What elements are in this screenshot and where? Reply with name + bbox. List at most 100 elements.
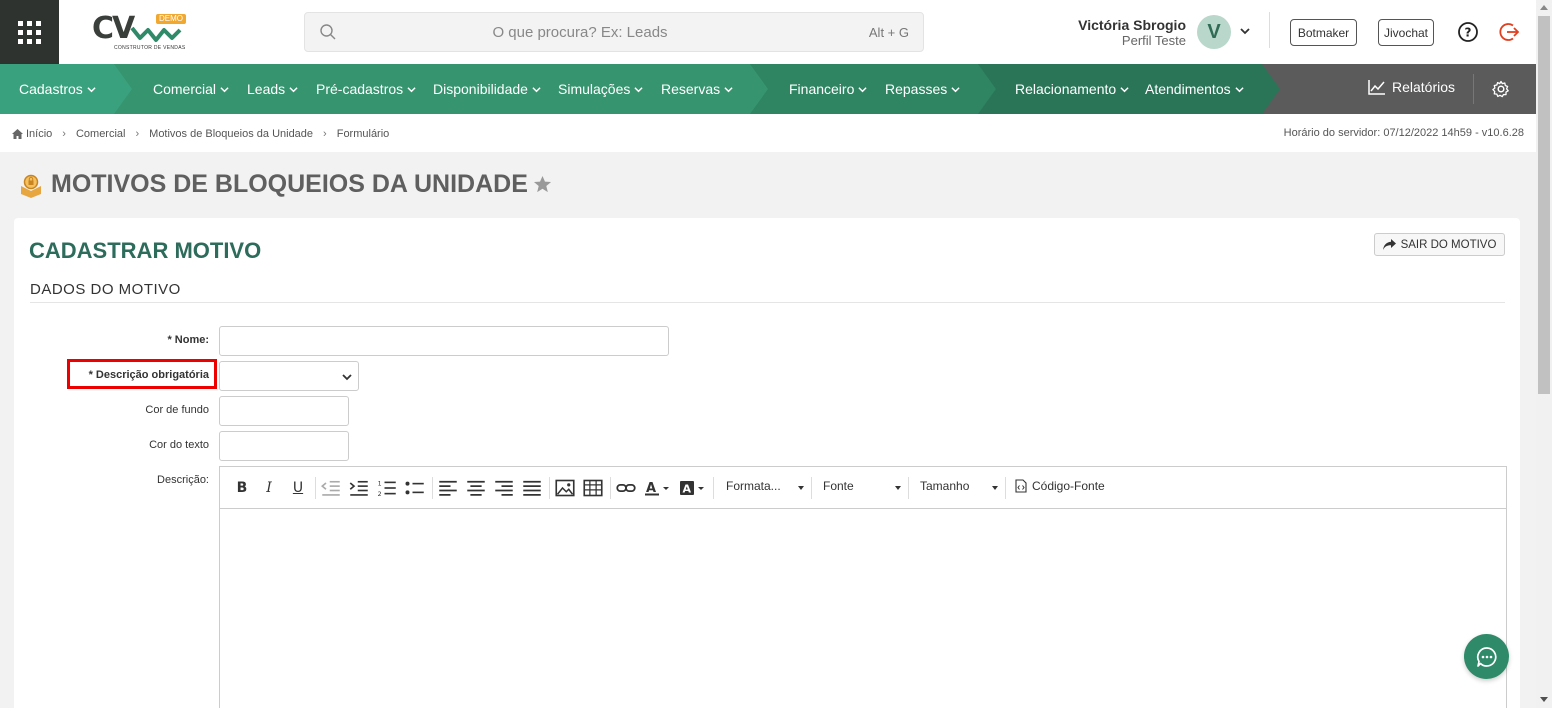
breadcrumb-formulario: Formulário — [336, 128, 390, 141]
grid-icon — [18, 20, 41, 44]
nav-comercial[interactable]: Comercial — [153, 81, 229, 97]
descricao-obrigatoria-label: * Descrição obrigatória — [88, 369, 209, 381]
chat-button[interactable] — [1464, 634, 1509, 679]
editor-toolbar: B I U 12 A A Formata... Fonte Tamanho Có… — [220, 467, 1506, 509]
breadcrumb-comercial[interactable]: Comercial — [76, 128, 126, 140]
cor-texto-label: Cor do texto — [149, 439, 209, 451]
nome-label: * Nome: — [167, 334, 209, 346]
svg-text:A: A — [683, 483, 692, 496]
link-icon[interactable] — [616, 479, 636, 497]
cor-fundo-label: Cor de fundo — [145, 404, 209, 416]
align-left-icon[interactable] — [438, 479, 458, 497]
align-justify-icon[interactable] — [522, 479, 542, 497]
search-icon[interactable] — [319, 23, 337, 41]
form-card: CADASTRAR MOTIVO SAIR DO MOTIVO DADOS DO… — [14, 218, 1520, 708]
nav-simulacoes[interactable]: Simulações — [558, 81, 643, 97]
star-icon[interactable] — [533, 175, 552, 194]
search-shortcut: Alt + G — [868, 25, 909, 40]
header-divider — [1269, 12, 1270, 48]
bold-icon[interactable]: B — [232, 479, 252, 497]
source-code-button[interactable]: Código-Fonte — [1015, 479, 1115, 497]
chevron-right-icon: › — [135, 128, 140, 141]
nav-financeiro[interactable]: Financeiro — [789, 81, 867, 97]
chart-line-icon — [1368, 80, 1385, 95]
chevron-right-icon: › — [62, 128, 66, 141]
top-header: CV DEMO CONSTRUTOR DE VENDAS Alt + G Vic… — [0, 0, 1536, 64]
text-color-icon[interactable]: A — [645, 479, 671, 497]
page-scrollbar[interactable] — [1536, 0, 1552, 708]
rich-text-editor: B I U 12 A A Formata... Fonte Tamanho Có… — [219, 466, 1507, 708]
source-code-icon — [1015, 479, 1027, 493]
chevron-right-icon: › — [323, 128, 327, 141]
share-arrow-icon — [1382, 239, 1396, 250]
help-icon[interactable]: ? — [1457, 21, 1479, 43]
scroll-up-icon[interactable] — [1540, 5, 1548, 10]
logout-icon[interactable] — [1499, 21, 1521, 43]
nav-cadastros[interactable]: Cadastros — [19, 81, 96, 97]
editor-content-area[interactable] — [220, 509, 1506, 708]
lock-box-icon — [21, 174, 41, 198]
bullet-list-icon[interactable] — [405, 479, 425, 497]
chevron-down-icon — [342, 374, 352, 381]
nav-divider — [1473, 74, 1474, 104]
user-profile: Perfil Teste — [1121, 33, 1186, 48]
background-color-icon[interactable]: A — [680, 479, 706, 497]
nav-atendimentos[interactable]: Atendimentos — [1145, 81, 1244, 97]
image-icon[interactable] — [555, 479, 575, 497]
scroll-thumb[interactable] — [1538, 16, 1550, 394]
breadcrumb-motivos[interactable]: Motivos de Bloqueios da Unidade — [149, 128, 313, 140]
section-divider — [30, 302, 1505, 303]
home-icon — [12, 129, 23, 140]
descricao-obrigatoria-select[interactable] — [219, 361, 359, 391]
table-icon[interactable] — [583, 479, 603, 497]
nav-repasses[interactable]: Repasses — [885, 81, 960, 97]
svg-text:2: 2 — [378, 491, 382, 497]
cor-fundo-input[interactable] — [219, 396, 349, 426]
page-title: MOTIVOS DE BLOQUEIOS DA UNIDADE — [51, 170, 528, 198]
align-right-icon[interactable] — [494, 479, 514, 497]
numbered-list-icon[interactable]: 12 — [377, 479, 397, 497]
server-time: Horário do servidor: 07/12/2022 14h59 - … — [1283, 127, 1524, 139]
user-name: Victória Sbrogio — [1078, 17, 1186, 33]
logo-text: CV — [92, 11, 135, 46]
avatar[interactable]: V — [1197, 15, 1231, 49]
logo-wave-icon — [130, 26, 182, 42]
gear-icon[interactable] — [1492, 80, 1510, 98]
scroll-down-icon[interactable] — [1540, 697, 1548, 702]
breadcrumb: Início › Comercial › Motivos de Bloqueios da… — [12, 128, 389, 140]
logo[interactable]: CV DEMO CONSTRUTOR DE VENDAS — [92, 12, 192, 54]
nav-reservas[interactable]: Reservas — [661, 81, 733, 97]
outdent-icon[interactable] — [321, 479, 341, 497]
logo-demo-badge: DEMO — [156, 14, 186, 24]
svg-text:?: ? — [1465, 26, 1472, 40]
search-input[interactable] — [345, 13, 815, 51]
section-title: DADOS DO MOTIVO — [30, 281, 181, 298]
card-title: CADASTRAR MOTIVO — [29, 238, 262, 263]
search-box: Alt + G — [304, 12, 924, 52]
italic-icon[interactable]: I — [259, 479, 279, 497]
breadcrumb-bar: Início › Comercial › Motivos de Bloqueios da… — [0, 114, 1536, 152]
nav-relatorios[interactable]: Relatórios — [1368, 79, 1455, 95]
format-dropdown[interactable]: Formata... — [726, 479, 804, 497]
size-dropdown[interactable]: Tamanho — [920, 479, 998, 497]
align-center-icon[interactable] — [466, 479, 486, 497]
main-nav: Cadastros Comercial Leads Pré-cadastros … — [0, 64, 1536, 114]
user-menu[interactable]: Victória Sbrogio Perfil Teste V — [1060, 14, 1260, 52]
underline-icon[interactable]: U — [288, 479, 308, 497]
apps-menu-button[interactable] — [0, 0, 59, 64]
nav-disponibilidade[interactable]: Disponibilidade — [433, 81, 541, 97]
exit-button[interactable]: SAIR DO MOTIVO — [1374, 233, 1505, 256]
nav-relacionamento[interactable]: Relacionamento — [1015, 81, 1129, 97]
botmaker-button[interactable]: Botmaker — [1290, 19, 1357, 46]
nav-leads[interactable]: Leads — [247, 81, 298, 97]
svg-text:1: 1 — [378, 481, 382, 488]
nome-input[interactable] — [219, 326, 669, 356]
chat-icon — [1476, 646, 1497, 667]
cor-texto-input[interactable] — [219, 431, 349, 461]
nav-pre-cadastros[interactable]: Pré-cadastros — [316, 81, 416, 97]
jivochat-button[interactable]: Jivochat — [1378, 19, 1434, 46]
font-dropdown[interactable]: Fonte — [823, 479, 901, 497]
breadcrumb-inicio[interactable]: Início — [26, 128, 52, 140]
indent-icon[interactable] — [349, 479, 369, 497]
chevron-down-icon[interactable] — [1239, 25, 1251, 37]
